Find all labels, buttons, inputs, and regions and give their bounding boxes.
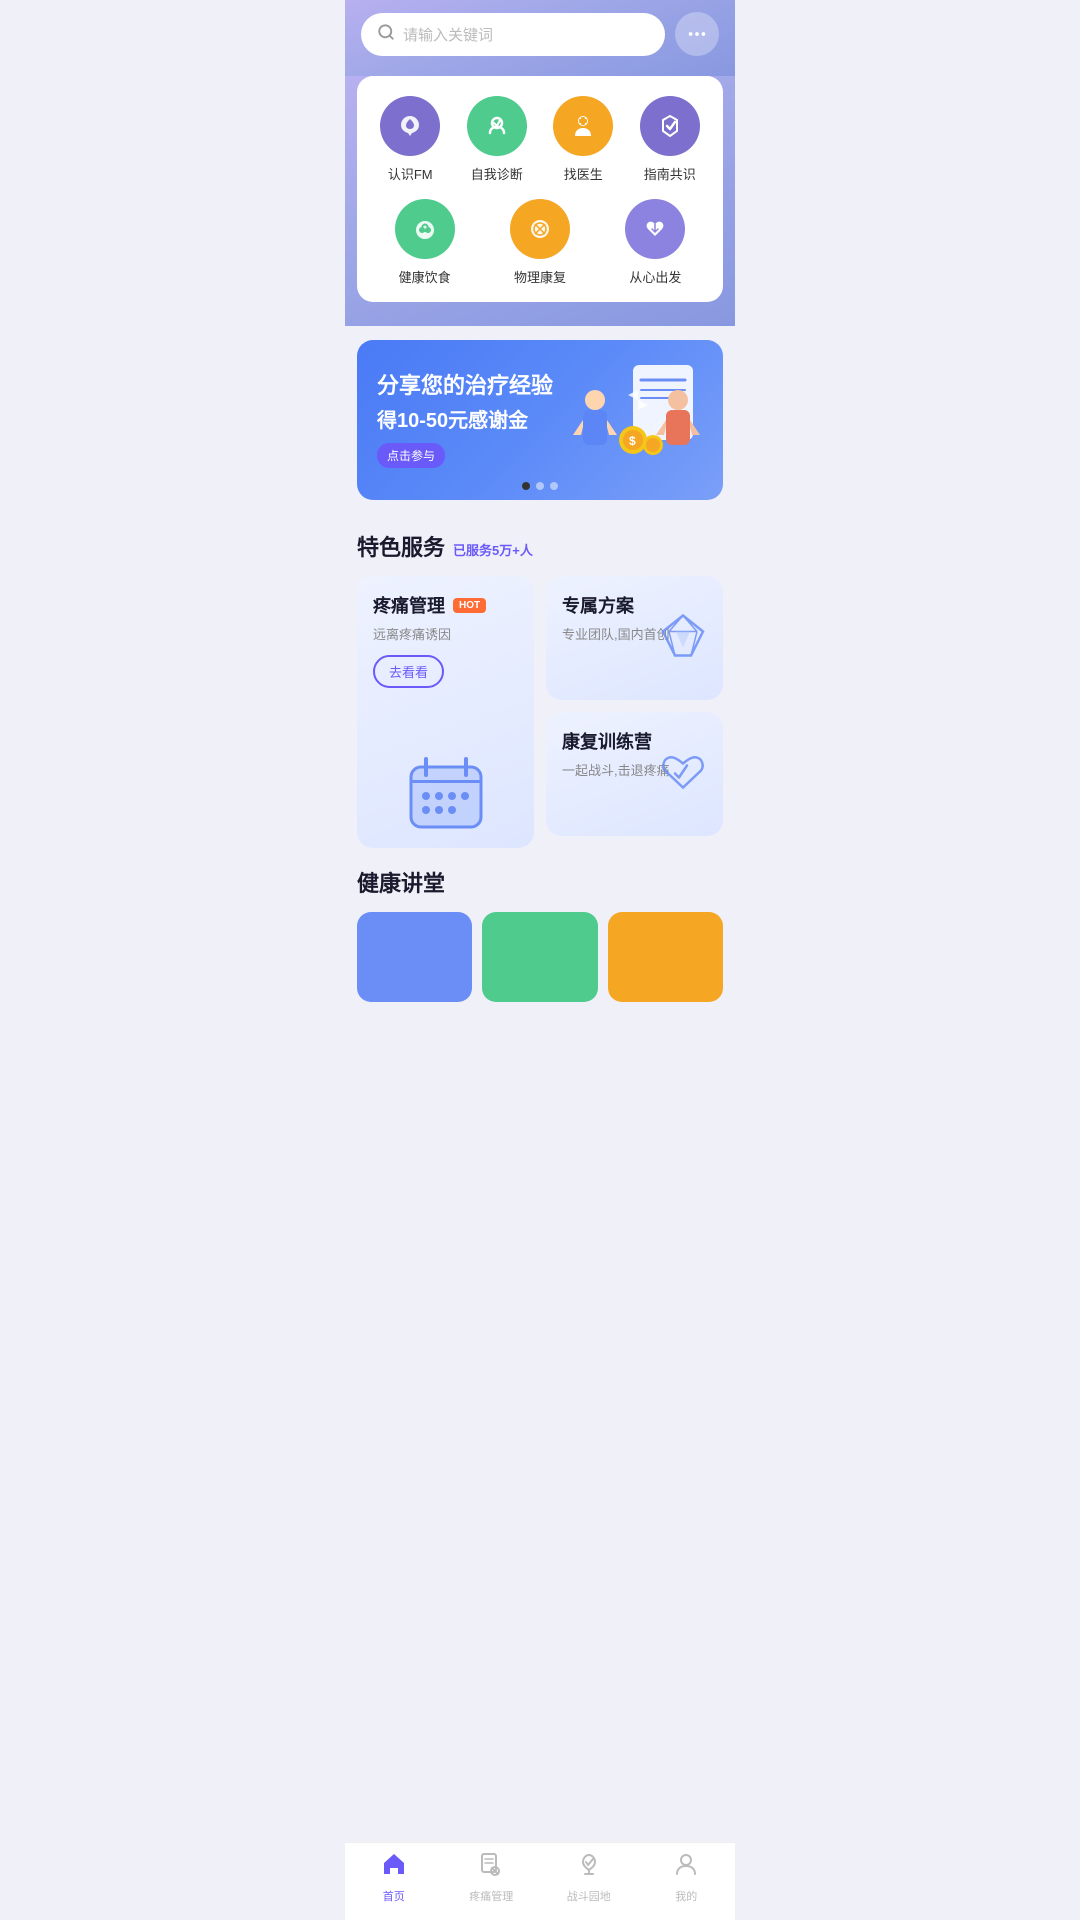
message-button[interactable] — [675, 12, 719, 56]
menu-item-self-diagnose[interactable]: 自我诊断 — [454, 96, 541, 183]
calendar-icon — [406, 752, 486, 832]
menu-icon-guideline — [640, 96, 700, 156]
menu-icon-recognize-fm — [380, 96, 440, 156]
nav-battle-ground-label: 战斗园地 — [567, 1888, 611, 1904]
nav-battle-ground[interactable]: 战斗园地 — [540, 1851, 638, 1904]
hot-badge: HOT — [453, 598, 486, 613]
nav-pain-management[interactable]: 疼痛管理 — [443, 1851, 541, 1904]
nav-profile-label: 我的 — [675, 1888, 697, 1904]
search-bar[interactable]: 请输入关键词 — [361, 13, 665, 56]
nav-home[interactable]: 首页 — [345, 1851, 443, 1904]
menu-label-guideline: 指南共识 — [644, 164, 696, 183]
service-grid: 疼痛管理 HOT 远离疼痛诱因 去看看 — [357, 576, 723, 848]
health-card-1[interactable] — [357, 912, 472, 1002]
banner-dot-2 — [536, 482, 544, 490]
menu-icon-physical-rehab — [510, 199, 570, 259]
menu-icon-mental-health — [625, 199, 685, 259]
menu-icon-find-doctor — [553, 96, 613, 156]
menu-label-physical-rehab: 物理康复 — [514, 267, 566, 286]
nav-home-label: 首页 — [383, 1888, 405, 1904]
health-lecture-section: 健康讲堂 — [345, 856, 735, 1002]
menu-item-recognize-fm[interactable]: 认识FM — [367, 96, 454, 183]
battle-ground-icon — [576, 1851, 602, 1884]
diamond-icon — [655, 608, 711, 669]
exclusive-plan-card[interactable]: 专属方案 专业团队,国内首创 — [546, 576, 723, 700]
menu-label-mental-health: 从心出发 — [629, 267, 681, 286]
health-card-3[interactable] — [608, 912, 723, 1002]
profile-icon — [673, 1851, 699, 1884]
menu-label-find-doctor: 找医生 — [564, 164, 603, 183]
banner-dot-3 — [550, 482, 558, 490]
health-section-title: 健康讲堂 — [357, 866, 723, 898]
menu-grid-row1: 认识FM 自我诊断 — [367, 96, 713, 183]
pain-management-nav-icon — [478, 1851, 504, 1884]
featured-section-title: 特色服务 — [357, 530, 445, 562]
menu-icon-healthy-diet — [395, 199, 455, 259]
menu-item-mental-health[interactable]: 从心出发 — [598, 199, 713, 286]
menu-label-healthy-diet: 健康饮食 — [399, 267, 451, 286]
menu-item-find-doctor[interactable]: 找医生 — [540, 96, 627, 183]
svg-text:$: $ — [629, 434, 636, 448]
pain-management-btn[interactable]: 去看看 — [373, 655, 444, 688]
pain-management-desc: 远离疼痛诱因 — [373, 624, 518, 643]
featured-services-section: 特色服务 已服务5万+人 疼痛管理 HOT 远离疼痛诱因 去看看 — [345, 514, 735, 856]
bottom-navigation: 首页 疼痛管理 战斗园地 — [345, 1842, 735, 1920]
pain-management-card[interactable]: 疼痛管理 HOT 远离疼痛诱因 去看看 — [357, 576, 534, 848]
banner-cta-button[interactable]: 点击参与 — [377, 443, 445, 468]
menu-label-self-diagnose: 自我诊断 — [471, 164, 523, 183]
menu-item-physical-rehab[interactable]: 物理康复 — [482, 199, 597, 286]
nav-profile[interactable]: 我的 — [638, 1851, 736, 1904]
promo-banner[interactable]: 分享您的治疗经验 得10-50元感谢金 点击参与 — [357, 340, 723, 500]
nav-pain-management-label: 疼痛管理 — [469, 1888, 513, 1904]
menu-grid-row2: 健康饮食 物理康复 — [367, 199, 713, 286]
health-card-2[interactable] — [482, 912, 597, 1002]
featured-section-subtitle: 已服务5万+人 — [453, 540, 533, 559]
banner-pagination — [522, 482, 558, 490]
banner-dot-1 — [522, 482, 530, 490]
heart-care-icon — [655, 744, 711, 805]
banner-subtitle: 得10-50元感谢金 — [377, 404, 573, 433]
home-icon — [381, 1851, 407, 1884]
search-placeholder: 请输入关键词 — [403, 24, 649, 45]
banner-illustration: $ — [573, 355, 703, 485]
search-icon — [377, 23, 395, 46]
menu-item-guideline[interactable]: 指南共识 — [627, 96, 714, 183]
banner-title: 分享您的治疗经验 — [377, 372, 573, 401]
rehab-training-card[interactable]: 康复训练营 一起战斗,击退疼痛 — [546, 712, 723, 836]
menu-card: 认识FM 自我诊断 — [357, 76, 723, 302]
menu-icon-self-diagnose — [467, 96, 527, 156]
menu-item-healthy-diet[interactable]: 健康饮食 — [367, 199, 482, 286]
menu-label-recognize-fm: 认识FM — [388, 164, 433, 183]
health-cards-row — [357, 912, 723, 1002]
pain-management-title: 疼痛管理 HOT — [373, 592, 518, 618]
header: 请输入关键词 — [345, 0, 735, 76]
